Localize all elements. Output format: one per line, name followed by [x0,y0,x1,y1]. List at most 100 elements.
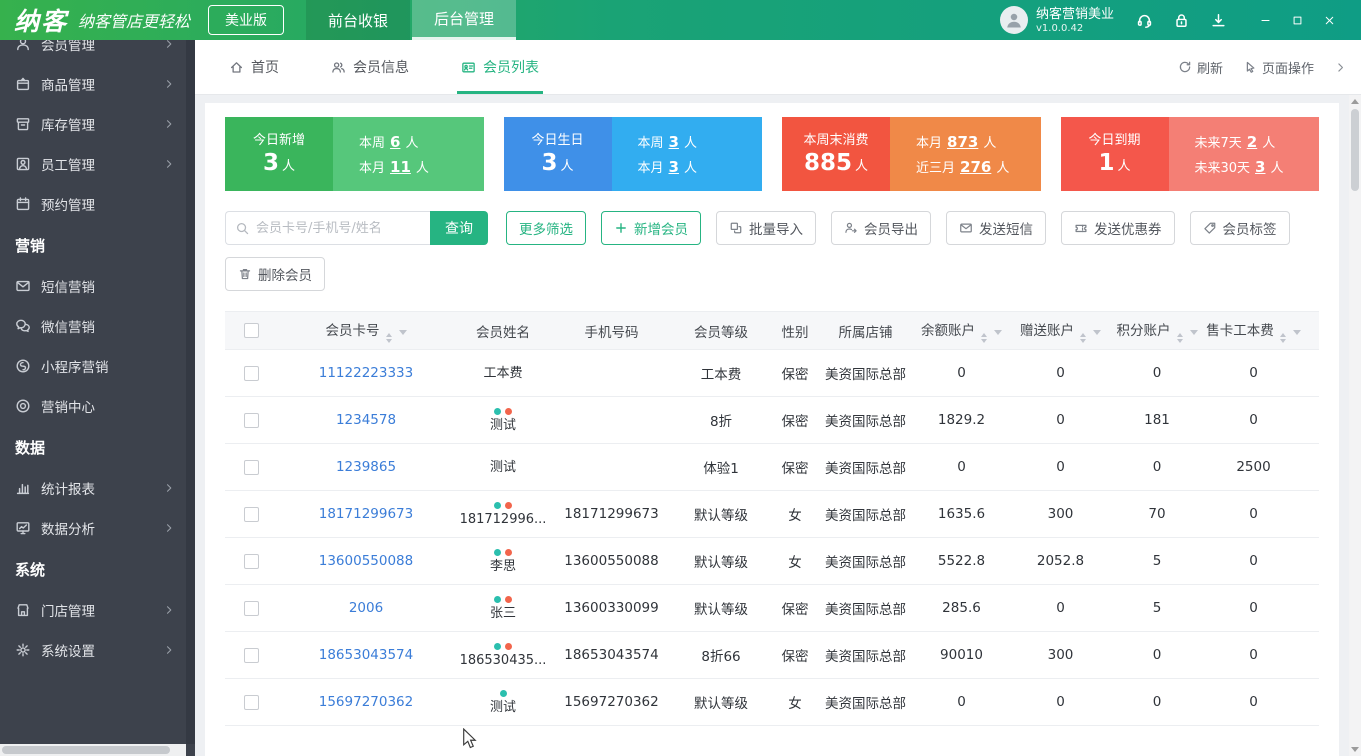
page-tab-3[interactable]: 会员列表 [457,40,543,94]
delete-member-button[interactable]: 删除会员 [225,257,325,291]
sidebar-item[interactable]: 会员管理 [0,40,195,64]
gift-cell: 0 [1012,349,1109,397]
page-actions-expand-icon[interactable] [1334,61,1347,74]
filter-icon[interactable] [1292,329,1301,335]
sort-icon[interactable] [1279,332,1286,343]
select-all-checkbox[interactable] [243,323,259,338]
member-search-input[interactable] [256,220,421,236]
sort-icon[interactable] [385,332,392,343]
stat-subrow: 本周 6 人 [359,133,419,151]
row-checkbox[interactable] [243,647,259,663]
sidebar-item[interactable]: 商品管理 [0,64,195,104]
refresh-button[interactable]: 刷新 [1178,58,1223,77]
support-icon[interactable] [1136,12,1153,29]
column-header[interactable]: 会员卡号 [277,311,455,350]
edition-button[interactable]: 美业版 [208,5,285,35]
maximize-button[interactable] [1281,14,1313,27]
sidebar-item[interactable]: 系统设置 [0,630,195,670]
sidebar-item[interactable]: 小程序营销 [0,346,195,386]
sidebar-item[interactable]: 员工管理 [0,144,195,184]
user-info[interactable]: 纳客营销美业 v1.0.0.42 [999,6,1114,34]
gift-cell: 2052.8 [1012,537,1109,585]
member-card-link[interactable]: 13600550088 [319,553,413,569]
member-card-link[interactable]: 1239865 [336,459,396,475]
scrollbar-thumb[interactable] [1351,109,1359,191]
topbar-tab-1[interactable]: 前台收银 [306,0,411,40]
add-member-button[interactable]: 新增会员 [601,211,701,245]
filter-icon[interactable] [1093,329,1101,335]
row-checkbox[interactable] [243,600,259,616]
stat-unit: 人 [855,159,869,174]
coupon-icon [1074,221,1088,235]
filter-icon[interactable] [994,329,1002,335]
sidebar-item[interactable]: 门店管理 [0,590,195,630]
sidebar-item[interactable]: 预约管理 [0,184,195,224]
scroll-up-arrow[interactable] [1351,99,1359,104]
member-card-link[interactable]: 11122223333 [319,365,413,381]
row-checkbox[interactable] [243,412,259,428]
column-header[interactable]: 积分账户 [1109,311,1205,350]
member-name-cell: 测试 [455,443,551,491]
minimize-button[interactable] [1249,14,1281,27]
scroll-down-arrow[interactable] [1351,747,1359,752]
sidebar-item[interactable]: 数据分析 [0,508,195,548]
row-checkbox[interactable] [243,459,259,475]
row-checkbox[interactable] [243,694,259,710]
gender-cell: 保密 [770,349,820,397]
batch-import-button[interactable]: 批量导入 [716,211,816,245]
column-header[interactable]: 赠送账户 [1012,311,1109,350]
member-card-link[interactable]: 2006 [349,600,383,616]
gender-cell: 保密 [770,631,820,679]
member-tag-button[interactable]: 会员标签 [1189,211,1290,245]
topbar-tab-2[interactable]: 后台管理 [412,0,517,40]
button-label: 会员导出 [864,222,918,238]
member-export-button[interactable]: 会员导出 [831,211,931,245]
send-sms-button[interactable]: 发送短信 [946,211,1046,245]
staff-icon [15,156,31,172]
row-checkbox[interactable] [243,506,259,522]
sidebar-item[interactable]: 统计报表 [0,468,195,508]
points-cell: 5 [1109,584,1205,632]
sidebar-item[interactable]: 营销中心 [0,386,195,426]
more-filter-button[interactable]: 更多筛选 [506,211,586,245]
page-tab-2[interactable]: 会员信息 [327,40,413,94]
send-coupon-button[interactable]: 发送优惠券 [1061,211,1175,245]
scrollbar-thumb[interactable] [2,746,170,754]
page-operations-button[interactable]: 页面操作 [1243,58,1314,77]
sidebar-item[interactable]: 微信营销 [0,306,195,346]
row-checkbox[interactable] [243,553,259,569]
filter-icon[interactable] [1189,329,1198,335]
close-button[interactable] [1313,14,1345,27]
filler-cell [1302,490,1319,538]
sidebar-section-header: 营销 [15,236,46,255]
page-tab-1[interactable]: 首页 [225,40,283,94]
balance-cell: 90010 [911,631,1012,679]
phone-cell: 13600330099 [551,584,672,632]
column-header[interactable]: 余额账户 [911,311,1012,350]
search-button[interactable]: 查询 [430,211,488,245]
app-logo: 纳客 [14,7,69,36]
sort-icon[interactable] [1176,332,1183,343]
sidebar-item[interactable]: 库存管理 [0,104,195,144]
member-card-link[interactable]: 18653043574 [319,647,413,663]
member-card-link[interactable]: 1234578 [336,412,396,428]
sort-icon[interactable] [981,332,987,343]
row-checkbox[interactable] [243,365,259,381]
sidebar-item[interactable]: 短信营销 [0,266,195,306]
refresh-icon [1178,60,1192,74]
content-scrollbar[interactable] [1349,95,1361,756]
member-card-link[interactable]: 18171299673 [319,506,413,522]
sidebar-horizontal-scrollbar[interactable] [0,744,186,756]
column-header[interactable]: 售卡工本费 [1205,311,1302,350]
stat-subvalue: 3 [668,133,679,151]
filler-cell [1302,584,1319,632]
status-dot-red [505,501,512,509]
sidebar-vertical-scrollbar[interactable] [186,40,195,744]
filter-icon[interactable] [398,329,407,335]
member-card-link[interactable]: 15697270362 [319,694,413,710]
app-version: v1.0.0.42 [1035,22,1084,34]
sort-icon[interactable] [1080,332,1086,343]
download-icon[interactable] [1210,12,1227,29]
level-cell: 工本费 [672,349,770,397]
lock-icon[interactable] [1173,12,1190,29]
